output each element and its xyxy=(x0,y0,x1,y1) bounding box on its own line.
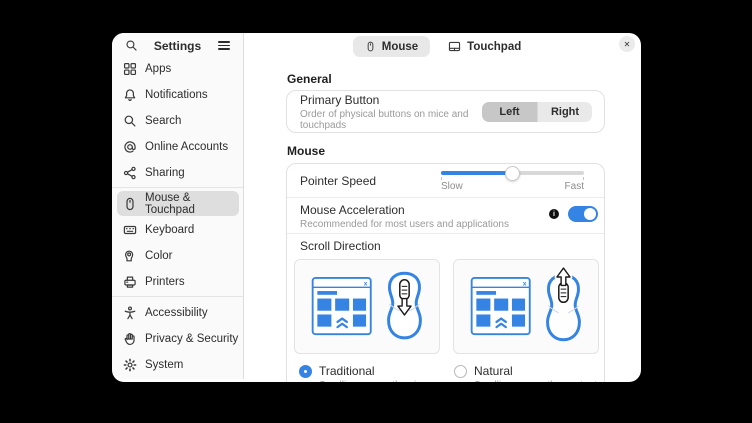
sidebar-item-notifications[interactable]: Notifications xyxy=(117,82,239,107)
info-icon[interactable]: i xyxy=(549,209,559,219)
printer-icon xyxy=(123,275,137,289)
sidebar-item-label: Apps xyxy=(145,63,171,75)
accessibility-icon xyxy=(123,306,137,320)
mouse-acceleration-title: Mouse Acceleration xyxy=(300,203,509,217)
sidebar-item-label: Keyboard xyxy=(145,224,194,236)
sidebar-item-label: Search xyxy=(145,115,181,127)
sidebar-item-label: Printers xyxy=(145,276,185,288)
sidebar-item-privacy-security[interactable]: Privacy & Security xyxy=(117,326,239,351)
mouse-icon xyxy=(365,40,376,53)
traditional-label: Traditional xyxy=(319,364,429,378)
apps-grid-icon xyxy=(123,62,137,76)
tab-touchpad[interactable]: Touchpad xyxy=(436,36,533,57)
general-heading: General xyxy=(287,72,332,86)
sidebar-item-label: Privacy & Security xyxy=(145,333,238,345)
sidebar-item-label: Color xyxy=(145,250,172,262)
sidebar-nav: Apps Notifications Search Online Account… xyxy=(112,56,243,377)
scroll-direction-title: Scroll Direction xyxy=(300,239,381,253)
sidebar-item-apps[interactable]: Apps xyxy=(117,56,239,81)
settings-window: Settings Apps Notifications Search Onlin… xyxy=(112,33,641,382)
sidebar-title: Settings xyxy=(139,39,216,53)
sidebar-item-accessibility[interactable]: Accessibility xyxy=(117,300,239,325)
radio-traditional[interactable] xyxy=(299,365,312,378)
tab-label: Touchpad xyxy=(467,41,521,53)
primary-button-title: Primary Button xyxy=(300,93,482,107)
traditional-subtitle: Scrolling moves the view xyxy=(319,380,429,382)
tab-label: Mouse xyxy=(382,41,418,53)
sidebar-separator xyxy=(112,296,243,297)
traditional-option[interactable]: Traditional Scrolling moves the view xyxy=(299,364,429,382)
sidebar-item-color[interactable]: Color xyxy=(117,243,239,268)
primary-button-subtitle: Order of physical buttons on mice and to… xyxy=(300,109,482,131)
mouse-acceleration-toggle[interactable] xyxy=(568,206,598,222)
sidebar-item-system[interactable]: System xyxy=(117,352,239,377)
right-button[interactable]: Right xyxy=(537,102,592,122)
mouse-icon xyxy=(123,197,137,211)
search-icon xyxy=(123,114,137,128)
scroll-up-illustration: x xyxy=(456,262,596,351)
row-separator xyxy=(287,233,604,234)
color-icon xyxy=(123,249,137,263)
traditional-illustration: x xyxy=(294,259,440,354)
sidebar-item-keyboard[interactable]: Keyboard xyxy=(117,217,239,242)
fast-label: Fast xyxy=(565,181,584,192)
sidebar-item-printers[interactable]: Printers xyxy=(117,269,239,294)
sidebar-item-mouse-touchpad[interactable]: Mouse & Touchpad xyxy=(117,191,239,216)
natural-subtitle: Scrolling moves the content xyxy=(474,380,597,382)
slider-labels: Slow Fast xyxy=(441,181,584,192)
sidebar-item-label: Online Accounts xyxy=(145,141,228,153)
sidebar-item-label: Sharing xyxy=(145,167,185,179)
share-icon xyxy=(123,166,137,180)
sidebar-headerbar: Settings xyxy=(112,33,243,56)
slow-label: Slow xyxy=(441,181,463,192)
gear-icon xyxy=(123,358,137,372)
sidebar-item-label: Accessibility xyxy=(145,307,208,319)
tab-mouse[interactable]: Mouse xyxy=(353,36,430,57)
svg-text:x: x xyxy=(523,280,527,287)
radio-natural[interactable] xyxy=(454,365,467,378)
sidebar-item-label: Notifications xyxy=(145,89,208,101)
sidebar: Settings Apps Notifications Search Onlin… xyxy=(112,33,244,379)
mouse-card: Pointer Speed Slow Fast Mouse Accelerati… xyxy=(286,163,605,382)
mouse-acceleration-row: Mouse Acceleration Recommended for most … xyxy=(287,198,604,233)
sidebar-item-online-accounts[interactable]: Online Accounts xyxy=(117,134,239,159)
sidebar-separator xyxy=(112,187,243,188)
sidebar-item-label: System xyxy=(145,359,183,371)
keyboard-icon xyxy=(123,223,137,237)
at-icon xyxy=(123,140,137,154)
sidebar-item-sharing[interactable]: Sharing xyxy=(117,160,239,185)
svg-text:x: x xyxy=(364,280,368,287)
hand-icon xyxy=(123,332,137,346)
headerbar: Mouse Touchpad ✕ xyxy=(245,33,641,63)
primary-button-segmented: Left Right xyxy=(482,102,592,122)
slider-thumb[interactable] xyxy=(505,166,520,181)
primary-button-card: Primary Button Order of physical buttons… xyxy=(286,90,605,133)
natural-option[interactable]: Natural Scrolling moves the content xyxy=(454,364,597,382)
close-icon[interactable]: ✕ xyxy=(619,36,635,52)
touchpad-icon xyxy=(448,40,461,53)
mouse-acceleration-subtitle: Recommended for most users and applicati… xyxy=(300,219,509,230)
view-switcher: Mouse Touchpad xyxy=(245,36,641,57)
left-button[interactable]: Left xyxy=(482,102,537,122)
search-icon[interactable] xyxy=(123,38,139,54)
sidebar-item-label: Mouse & Touchpad xyxy=(145,192,239,216)
scroll-down-illustration: x xyxy=(297,262,437,351)
natural-label: Natural xyxy=(474,364,597,378)
sidebar-item-search[interactable]: Search xyxy=(117,108,239,133)
pointer-speed-title: Pointer Speed xyxy=(300,174,376,188)
main-menu-icon[interactable] xyxy=(216,38,232,54)
natural-illustration: x xyxy=(453,259,599,354)
bell-icon xyxy=(123,88,137,102)
mouse-heading: Mouse xyxy=(287,144,325,158)
